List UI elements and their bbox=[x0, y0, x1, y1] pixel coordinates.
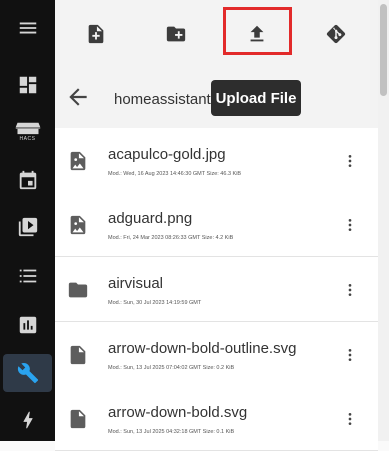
hacs-icon: HACS bbox=[12, 121, 44, 147]
sidebar: HACS bbox=[0, 0, 55, 441]
file-meta: Mod.: Fri, 24 Mar 2023 08:26:33 GMT Size… bbox=[108, 235, 234, 241]
new-file-button[interactable] bbox=[76, 14, 116, 54]
list-item[interactable]: acapulco-gold.jpg Mod.: Wed, 16 Aug 2023… bbox=[55, 128, 378, 193]
more-options-button[interactable] bbox=[341, 214, 359, 236]
list-item[interactable]: adguard.png Mod.: Fri, 24 Mar 2023 08:26… bbox=[55, 192, 378, 257]
sidebar-item-todo[interactable] bbox=[0, 254, 55, 298]
file-meta: Mod.: Sun, 13 Jul 2025 07:04:02 GMT Size… bbox=[108, 365, 235, 371]
file-name: arrow-down-bold.svg bbox=[108, 404, 248, 421]
file-name: acapulco-gold.jpg bbox=[108, 146, 226, 163]
sidebar-item-energy[interactable] bbox=[0, 398, 55, 442]
image-file-icon bbox=[67, 150, 89, 172]
scrollbar[interactable] bbox=[378, 0, 389, 441]
sidebar-item-media[interactable] bbox=[0, 205, 55, 249]
git-icon bbox=[326, 24, 346, 44]
media-icon bbox=[18, 217, 37, 237]
history-icon bbox=[19, 316, 36, 334]
git-button[interactable] bbox=[316, 14, 356, 54]
file-list: acapulco-gold.jpg Mod.: Wed, 16 Aug 2023… bbox=[55, 128, 378, 451]
more-options-button[interactable] bbox=[341, 408, 359, 430]
sidebar-item-hacs[interactable]: HACS bbox=[0, 112, 55, 156]
todo-list-icon bbox=[19, 269, 36, 283]
wrench-icon bbox=[17, 363, 38, 384]
toolbar bbox=[55, 0, 378, 64]
more-options-button[interactable] bbox=[341, 279, 359, 301]
file-meta: Mod.: Sun, 30 Jul 2023 14:19:59 GMT bbox=[108, 300, 202, 306]
current-path: homeassistant/ bbox=[114, 91, 215, 108]
new-file-icon bbox=[88, 24, 104, 44]
sidebar-item-developer-tools[interactable] bbox=[0, 351, 55, 395]
file-meta: Mod.: Sun, 13 Jul 2025 04:32:18 GMT Size… bbox=[108, 429, 235, 435]
more-options-button[interactable] bbox=[341, 344, 359, 366]
sidebar-item-overview[interactable] bbox=[0, 63, 55, 107]
file-name: arrow-down-bold-outline.svg bbox=[108, 340, 297, 357]
file-editor-panel: homeassistant/ Upload File acapulco-gold… bbox=[55, 0, 378, 451]
new-folder-button[interactable] bbox=[156, 14, 196, 54]
energy-icon bbox=[22, 411, 33, 429]
file-icon bbox=[67, 344, 89, 366]
new-folder-icon bbox=[166, 26, 186, 42]
sidebar-item-calendar[interactable] bbox=[0, 158, 55, 202]
more-vert-icon bbox=[348, 349, 352, 361]
file-icon bbox=[67, 408, 89, 430]
more-options-button[interactable] bbox=[341, 150, 359, 172]
scrollbar-thumb[interactable] bbox=[380, 4, 387, 96]
dashboard-icon bbox=[19, 76, 36, 94]
back-button[interactable] bbox=[65, 84, 91, 110]
list-item[interactable]: arrow-down-bold-outline.svg Mod.: Sun, 1… bbox=[55, 322, 378, 387]
more-vert-icon bbox=[348, 155, 352, 167]
list-item[interactable]: airvisual Mod.: Sun, 30 Jul 2023 14:19:5… bbox=[55, 257, 378, 322]
hacs-label: HACS bbox=[19, 136, 36, 142]
arrow-left-icon bbox=[69, 88, 87, 106]
calendar-icon bbox=[19, 170, 36, 190]
more-vert-icon bbox=[348, 219, 352, 231]
list-item[interactable]: arrow-down-bold.svg Mod.: Sun, 13 Jul 20… bbox=[55, 386, 378, 451]
upload-file-tooltip: Upload File bbox=[211, 80, 301, 116]
path-bar: homeassistant/ Upload File bbox=[55, 64, 378, 128]
file-name: airvisual bbox=[108, 275, 164, 292]
image-file-icon bbox=[67, 214, 89, 236]
file-name: adguard.png bbox=[108, 210, 193, 227]
menu-icon bbox=[19, 22, 36, 34]
upload-highlight-box bbox=[223, 7, 292, 55]
file-meta: Mod.: Wed, 16 Aug 2023 14:46:30 GMT Size… bbox=[108, 171, 242, 177]
sidebar-item-history[interactable] bbox=[0, 303, 55, 347]
menu-button[interactable] bbox=[0, 6, 55, 50]
folder-icon bbox=[67, 279, 89, 301]
more-vert-icon bbox=[348, 413, 352, 425]
more-vert-icon bbox=[348, 284, 352, 296]
